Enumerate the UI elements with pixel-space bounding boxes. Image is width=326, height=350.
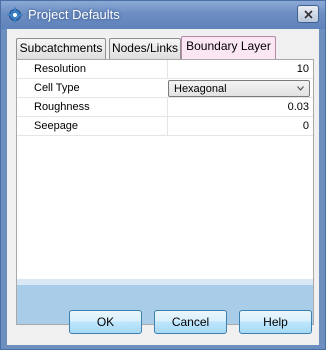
property-row-roughness[interactable]: Roughness 0.03 — [17, 98, 313, 117]
property-label: Roughness — [34, 101, 90, 113]
close-icon — [304, 10, 313, 19]
cell-type-dropdown[interactable]: Hexagonal — [168, 80, 310, 97]
gear-icon — [7, 7, 23, 23]
tab-boundary-layer[interactable]: Boundary Layer — [181, 36, 276, 59]
help-button[interactable]: Help — [239, 310, 312, 334]
tab-nodes-links[interactable]: Nodes/Links — [109, 38, 181, 59]
property-row-cell-type[interactable]: Cell Type Hexagonal — [17, 79, 313, 98]
property-label: Seepage — [34, 120, 79, 132]
dropdown-selected-value: Hexagonal — [174, 83, 227, 95]
seepage-value[interactable]: 0 — [167, 117, 313, 135]
roughness-value[interactable]: 0.03 — [167, 98, 313, 116]
resolution-value[interactable]: 10 — [167, 60, 313, 78]
ok-button[interactable]: OK — [69, 310, 142, 334]
window-title: Project Defaults — [28, 7, 120, 22]
tab-panel: Resolution 10 Cell Type Hexagonal Roughn… — [16, 59, 314, 325]
dialog-client-area: Subcatchments Nodes/Links Boundary Layer… — [7, 29, 319, 345]
cancel-button[interactable]: Cancel — [154, 310, 227, 334]
tab-subcatchments[interactable]: Subcatchments — [16, 38, 106, 59]
chevron-down-icon — [297, 86, 304, 91]
dialog-window: Project Defaults Subcatchments Nodes/Lin… — [0, 0, 326, 350]
title-bar[interactable]: Project Defaults — [1, 1, 325, 29]
property-row-resolution[interactable]: Resolution 10 — [17, 60, 313, 79]
property-label: Cell Type — [34, 82, 80, 94]
property-row-seepage[interactable]: Seepage 0 — [17, 117, 313, 136]
close-button[interactable] — [297, 5, 319, 23]
property-label: Resolution — [34, 63, 86, 75]
